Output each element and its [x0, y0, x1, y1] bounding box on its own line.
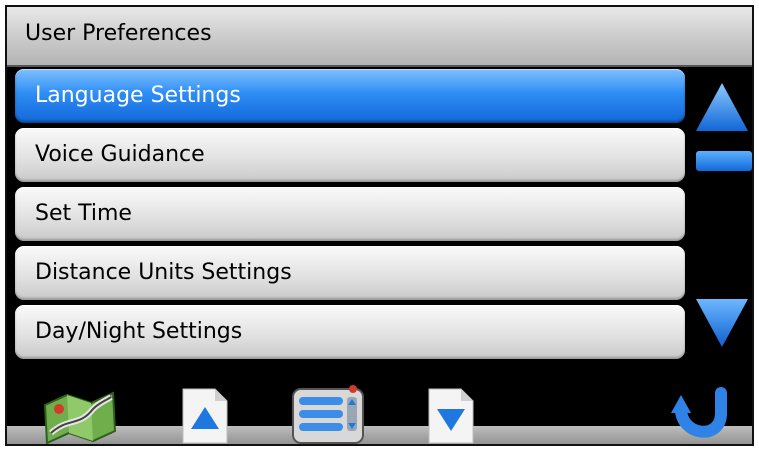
page-down-icon	[428, 388, 474, 444]
menu-item-label: Set Time	[35, 201, 132, 226]
back-arrow-icon	[671, 387, 727, 438]
menu-list-icon	[292, 385, 364, 444]
page-up-button[interactable]	[181, 387, 229, 444]
scroll-thumb[interactable]	[696, 151, 752, 171]
page-title: User Preferences	[25, 21, 212, 46]
scroll-up-button[interactable]	[694, 81, 750, 133]
menu-item-label: Distance Units Settings	[35, 260, 292, 285]
menu-item-label: Day/Night Settings	[35, 319, 243, 344]
map-button[interactable]	[41, 387, 119, 444]
menu-item-distance-units-settings[interactable]: Distance Units Settings	[15, 246, 685, 300]
bottom-toolbar	[7, 375, 752, 444]
page-up-icon	[182, 388, 228, 444]
menu-item-label: Language Settings	[35, 83, 241, 108]
menu-item-language-settings[interactable]: Language Settings	[15, 69, 685, 123]
menu-item-label: Voice Guidance	[35, 142, 205, 167]
scrollbar[interactable]	[690, 69, 752, 359]
preferences-menu: Language Settings Voice Guidance Set Tim…	[15, 69, 685, 364]
preferences-screen: User Preferences Language Settings Voice…	[5, 5, 754, 446]
menu-item-set-time[interactable]: Set Time	[15, 187, 685, 241]
triangle-down-icon	[696, 299, 748, 347]
map-icon	[43, 391, 117, 444]
scroll-down-button[interactable]	[694, 297, 750, 349]
menu-item-day-night-settings[interactable]: Day/Night Settings	[15, 305, 685, 359]
page-down-button[interactable]	[427, 387, 475, 444]
menu-list-button[interactable]	[291, 383, 365, 444]
triangle-up-icon	[696, 83, 748, 131]
menu-item-voice-guidance[interactable]: Voice Guidance	[15, 128, 685, 182]
back-button[interactable]	[671, 385, 729, 444]
title-bar: User Preferences	[7, 7, 752, 67]
